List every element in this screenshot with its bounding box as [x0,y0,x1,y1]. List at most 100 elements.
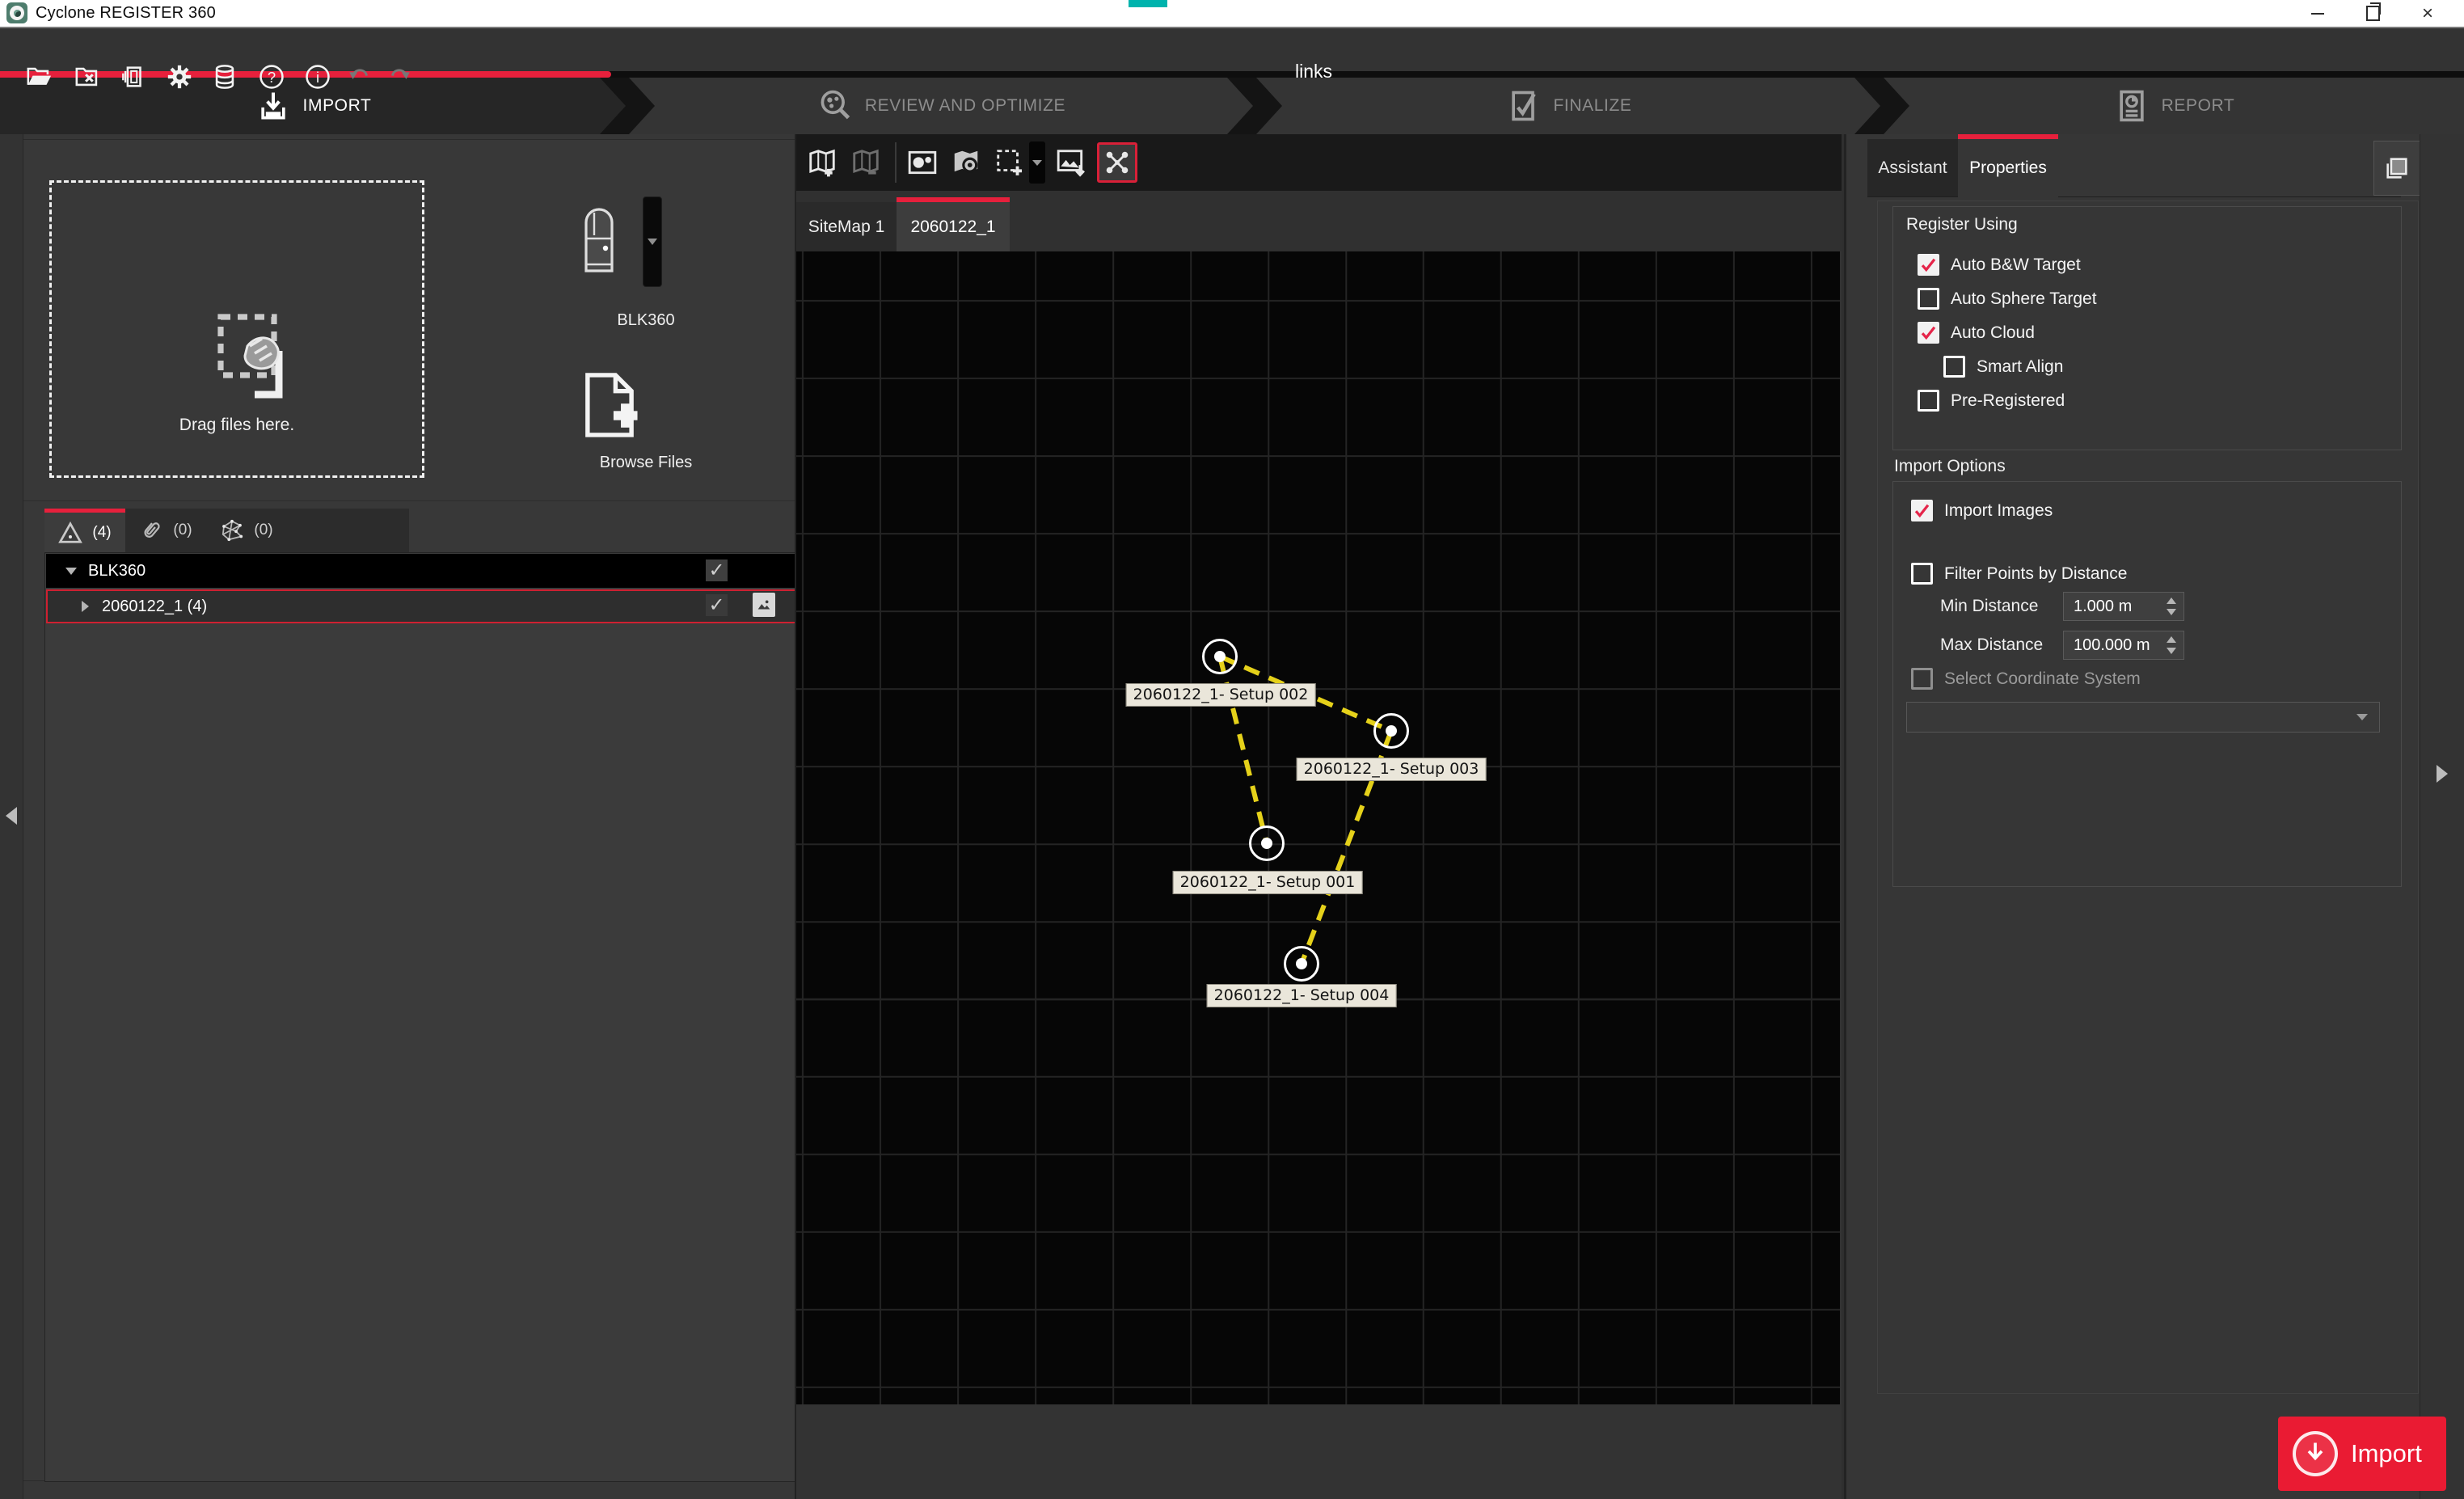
show-links-tool[interactable] [1097,142,1137,183]
select-mode-dropdown[interactable] [1029,141,1045,184]
undo-button[interactable] [344,61,376,93]
setup-label[interactable]: 2060122_1- Setup 004 [1207,984,1397,1007]
option-auto-cloud[interactable]: Auto Cloud [1918,322,2035,344]
import-source-inner: Drag files here. BLK360 Browse Files [23,139,816,1481]
workflow-step-review[interactable]: REVIEW AND OPTIMIZE [629,78,1253,134]
checkbox-checked[interactable] [1918,254,1939,276]
maximize-button[interactable] [2348,0,2398,27]
add-geotag-button[interactable] [948,144,984,181]
max-distance-row: Max Distance 100.000 m [1940,631,2184,660]
setup-node-002[interactable] [1202,639,1238,674]
checkbox-unchecked[interactable] [1943,356,1965,378]
setup-node-001[interactable] [1249,826,1285,861]
spinner-control[interactable] [2162,595,2181,618]
spin-up-icon[interactable] [2167,597,2176,604]
selection-plus-icon [994,147,1025,178]
help-button[interactable]: ? [255,61,288,93]
tab-properties[interactable]: Properties [1958,134,2058,197]
setup-node-004[interactable] [1284,946,1319,982]
file-dropzone[interactable]: Drag files here. [49,180,424,478]
checkbox-unchecked[interactable] [1918,390,1939,412]
spin-down-icon[interactable] [2167,609,2176,615]
spinner-control[interactable] [2162,634,2181,657]
properties-pane: Register Using Auto B&W Target Auto Sphe… [1877,201,2419,1394]
checkbox-label: Smart Align [1977,357,2063,377]
minimize-button[interactable] [2293,0,2343,27]
option-auto-sphere-target[interactable]: Auto Sphere Target [1918,288,2097,310]
add-base-image-button[interactable] [905,144,940,181]
properties-panel: Assistant Properties Register Using Auto… [1844,134,2422,1499]
sitemap-canvas[interactable]: 2060122_1- Setup 002 2060122_1- Setup 00… [796,251,1840,1404]
tree-checkbox-checked[interactable]: ✓ [706,559,728,581]
tree-row-2060122-1[interactable]: 2060122_1 (4) ✓ [46,589,812,623]
export-image-button[interactable] [1053,144,1089,181]
checkbox-unchecked[interactable] [1911,563,1933,585]
option-select-coordinate-system[interactable]: Select Coordinate System [1911,668,2141,690]
expand-right-panel-arrow[interactable] [2437,765,2448,783]
setup-node-003[interactable] [1373,713,1409,749]
tab-count: (4) [92,524,111,542]
map-plus-icon [807,147,838,178]
expander-right-icon[interactable] [82,601,89,612]
spin-up-icon[interactable] [2167,636,2176,643]
finalize-step-icon [1505,87,1542,125]
left-panel-gutter [0,134,23,1499]
collapse-left-panel-arrow[interactable] [6,807,17,825]
workflow-step-label: FINALIZE [1554,96,1632,116]
option-pre-registered[interactable]: Pre-Registered [1918,390,2065,412]
checkbox-disabled[interactable] [1911,668,1933,690]
import-options-group: Import Images Filter Points by Distance … [1892,481,2402,887]
tree-checkbox-checked[interactable]: ✓ [706,594,728,616]
field-value: 100.000 m [2074,636,2150,655]
viewer-bottom-strip [796,1404,1842,1499]
close-project-button[interactable] [72,61,104,93]
import-button[interactable]: Import [2278,1417,2446,1491]
close-button[interactable]: × [2403,0,2453,27]
open-project-button[interactable] [23,61,56,93]
image-thumbnail-icon[interactable] [753,593,775,617]
info-button[interactable]: i [302,61,334,93]
field-label: Min Distance [1940,597,2053,616]
workflow-step-report[interactable]: REPORT [1884,78,2464,134]
option-import-images[interactable]: Import Images [1911,500,2053,521]
option-auto-bw-target[interactable]: Auto B&W Target [1918,254,2081,276]
max-distance-input[interactable]: 100.000 m [2063,631,2184,660]
setup-label[interactable]: 2060122_1- Setup 003 [1297,758,1487,781]
tab-2060122-1[interactable]: 2060122_1 [897,197,1010,251]
review-step-icon [816,87,854,125]
tab-models[interactable]: (0) [206,509,287,552]
storage-button[interactable] [209,61,241,93]
device-source-block[interactable]: BLK360 [508,172,783,334]
register-using-group: Register Using Auto B&W Target Auto Sphe… [1892,206,2402,450]
option-smart-align[interactable]: Smart Align [1943,356,2063,378]
expander-down-icon[interactable] [65,568,77,575]
checkbox-unchecked[interactable] [1918,288,1939,310]
tree-row-blk360[interactable]: BLK360 ✓ [46,554,812,588]
checkbox-checked[interactable] [1911,500,1933,521]
add-sitemap-button[interactable] [804,144,840,181]
panel-layout-button[interactable] [2373,141,2420,196]
tab-sitemap-1[interactable]: SiteMap 1 [796,202,897,251]
option-filter-points[interactable]: Filter Points by Distance [1911,563,2127,585]
tab-warnings[interactable]: (4) [44,509,125,552]
browse-files-block[interactable]: Browse Files [508,366,783,496]
area-select-button[interactable] [992,144,1027,181]
tab-assistant[interactable]: Assistant [1867,139,1958,197]
archive-project-button[interactable] [117,61,150,93]
spin-down-icon[interactable] [2167,648,2176,654]
setup-label[interactable]: 2060122_1- Setup 002 [1126,683,1316,707]
checkbox-checked[interactable] [1918,322,1939,344]
svg-text:?: ? [268,69,276,86]
min-distance-input[interactable]: 1.000 m [2063,592,2184,621]
layered-panels-icon [2383,154,2411,182]
setup-label[interactable]: 2060122_1- Setup 001 [1173,871,1363,894]
settings-button[interactable] [163,61,196,93]
remove-sitemap-button[interactable] [848,144,884,181]
device-list-scrollbar[interactable] [643,196,662,287]
tab-attachments[interactable]: (0) [125,509,206,552]
restore-icon [2366,6,2380,21]
redo-button[interactable] [383,61,416,93]
coordinate-system-dropdown[interactable] [1906,702,2380,733]
viewer-toolbar [796,134,1842,191]
workflow-step-finalize[interactable]: FINALIZE [1256,78,1880,134]
